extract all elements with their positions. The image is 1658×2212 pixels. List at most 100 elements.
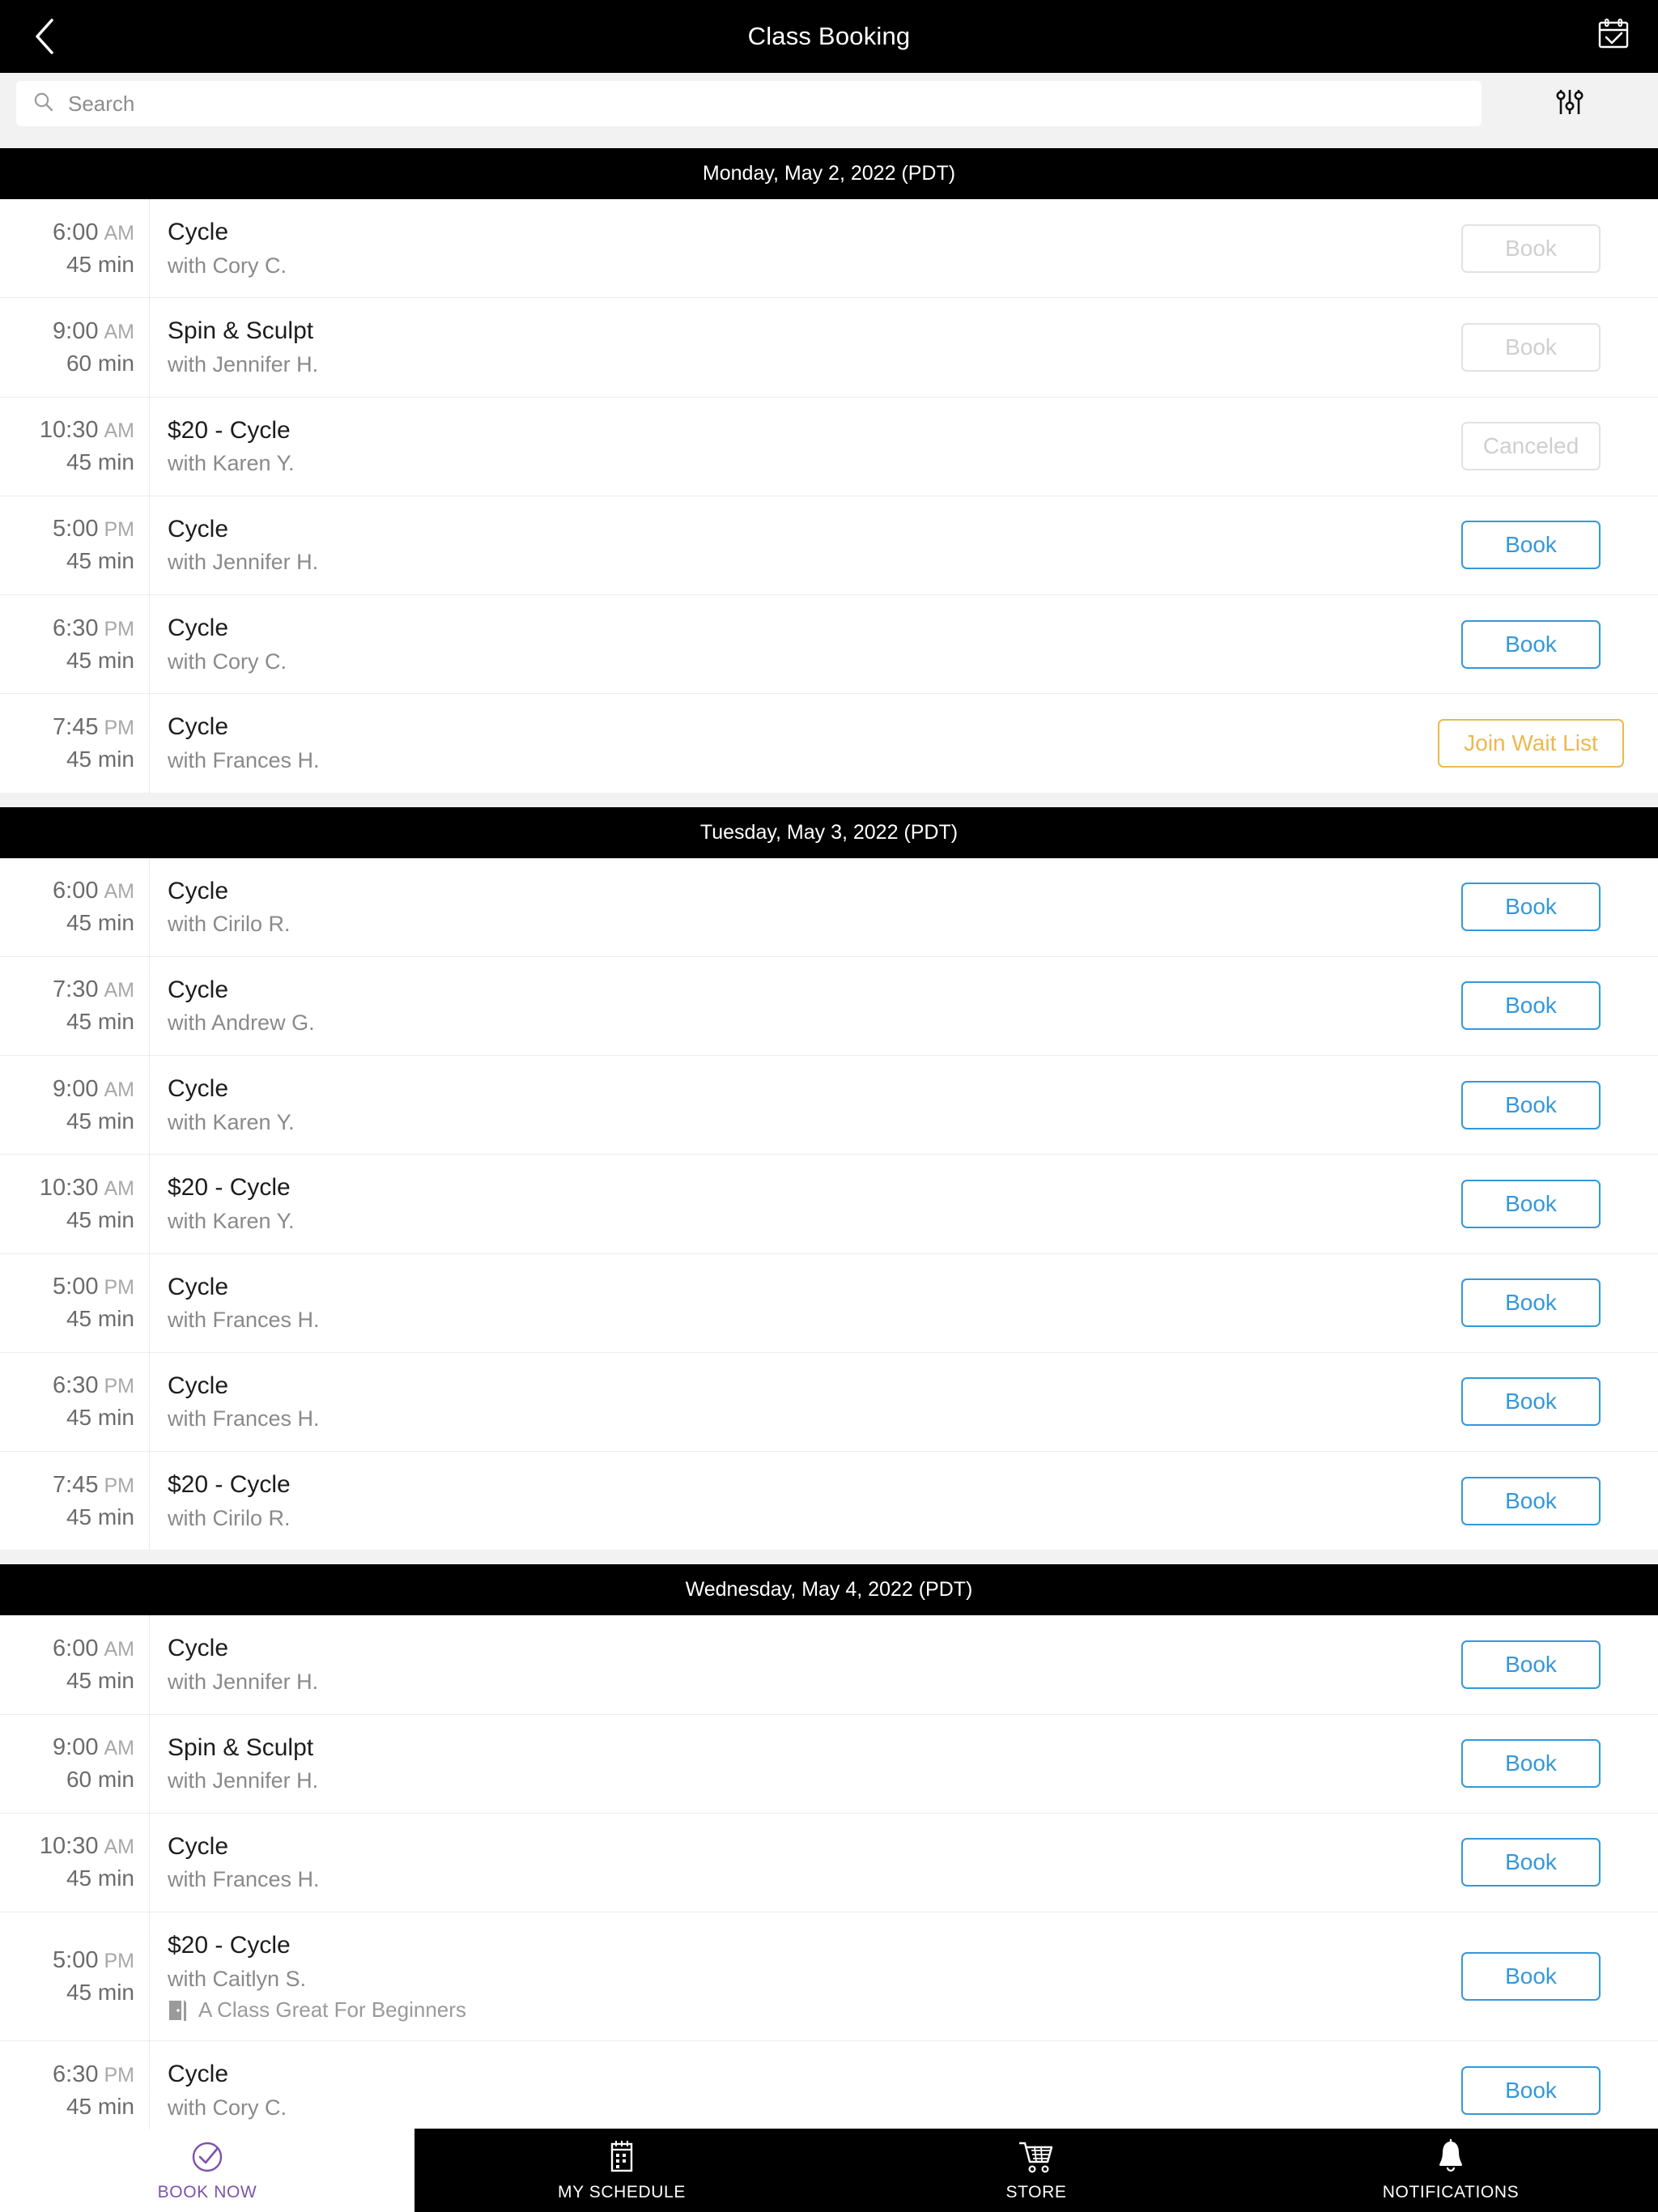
class-start-time: 6:30 PM	[53, 1372, 134, 1399]
class-info-column: Cycle with Cirilo R.	[150, 858, 1415, 956]
class-action-column: Book	[1415, 1912, 1658, 2040]
day-group: Tuesday, May 3, 2022 (PDT) 6:00 AM 45 min Cy…	[0, 806, 1658, 1551]
class-row[interactable]: 9:00 AM 45 min Cycle with Karen Y. Book	[0, 1056, 1658, 1155]
class-start-time: 9:00 AM	[53, 1734, 134, 1761]
class-time-meridiem: PM	[104, 1375, 135, 1398]
class-row[interactable]: 6:30 PM 45 min Cycle with Cory C. Book	[0, 2041, 1658, 2141]
class-name: Cycle	[168, 219, 229, 245]
class-row[interactable]: 10:30 AM 45 min $20 - Cycle with Karen Y. Can…	[0, 397, 1658, 496]
class-action-column: Book	[1415, 1615, 1658, 1713]
book-button[interactable]: Book	[1461, 1278, 1601, 1328]
class-instructor: with Cory C.	[168, 253, 287, 278]
tab-label: NOTIFICATIONS	[1382, 2183, 1520, 2201]
class-action-column: Book	[1415, 1155, 1658, 1253]
class-time-value: 10:30	[39, 1833, 99, 1860]
class-time-meridiem: AM	[104, 221, 135, 245]
class-time-value: 9:00	[53, 1075, 99, 1102]
book-button[interactable]: Book	[1461, 1377, 1601, 1427]
class-row[interactable]: 6:00 AM 45 min Cycle with Cirilo R. Book	[0, 857, 1658, 957]
book-button[interactable]: Book	[1461, 1080, 1601, 1129]
class-row[interactable]: 10:30 AM 45 min $20 - Cycle with Karen Y. Boo…	[0, 1155, 1658, 1254]
book-button[interactable]: Book	[1461, 1838, 1601, 1887]
class-action-column: Book	[1415, 858, 1658, 956]
class-row[interactable]: 7:45 PM 45 min Cycle with Frances H. Join Wai…	[0, 694, 1658, 793]
class-time-value: 6:00	[53, 1635, 99, 1661]
class-row[interactable]: 6:30 PM 45 min Cycle with Frances H. Book	[0, 1352, 1658, 1452]
class-duration: 45 min	[66, 1108, 134, 1134]
day-header: Wednesday, May 4, 2022 (PDT)	[0, 1564, 1658, 1616]
join-wait-list-button[interactable]: Join Wait List	[1438, 718, 1624, 768]
class-start-time: 6:00 AM	[53, 878, 134, 904]
class-name: $20 - Cycle	[168, 1174, 291, 1202]
calendar-check-button[interactable]	[1569, 0, 1658, 73]
class-duration: 45 min	[66, 251, 134, 277]
class-time-column: 10:30 AM 45 min	[0, 1813, 150, 1912]
class-time-meridiem: PM	[104, 518, 135, 542]
class-start-time: 6:00 AM	[53, 219, 134, 246]
book-button[interactable]: Book	[1461, 619, 1601, 669]
book-button[interactable]: Book	[1461, 1739, 1601, 1789]
class-instructor: with Karen Y.	[168, 451, 295, 475]
class-time-meridiem: PM	[104, 1474, 135, 1497]
tab-label: MY SCHEDULE	[558, 2183, 686, 2201]
book-button[interactable]: Book	[1461, 1952, 1601, 2001]
class-action-column: Book	[1415, 1056, 1658, 1154]
class-info-column: Cycle with Frances H.	[150, 1814, 1415, 1912]
class-rows: 6:00 AM 45 min Cycle with Cirilo R. Book 7:30 A…	[0, 857, 1658, 1551]
class-time-meridiem: PM	[104, 1950, 135, 1973]
class-row[interactable]: 7:30 AM 45 min Cycle with Andrew G. Book	[0, 956, 1658, 1056]
class-duration: 45 min	[66, 1865, 134, 1891]
class-instructor: with Karen Y.	[168, 1109, 295, 1134]
class-instructor: with Jennifer H.	[168, 1768, 319, 1793]
filter-button[interactable]	[1482, 73, 1658, 134]
class-row[interactable]: 9:00 AM 60 min Spin & Sculpt with Jennifer H…	[0, 1714, 1658, 1814]
class-name: Cycle	[168, 976, 229, 1003]
tab-book-now[interactable]: BOOK NOW	[0, 2129, 414, 2212]
class-row[interactable]: 6:00 AM 45 min Cycle with Jennifer H. Book	[0, 1615, 1658, 1715]
class-info-column: Spin & Sculpt with Jennifer H.	[150, 1715, 1415, 1813]
class-row[interactable]: 10:30 AM 45 min Cycle with Frances H. Book	[0, 1813, 1658, 1912]
tab-notifications[interactable]: NOTIFICATIONS	[1244, 2129, 1658, 2212]
book-button[interactable]: Book	[1461, 883, 1601, 932]
class-instructor: with Frances H.	[168, 1308, 320, 1332]
book-button[interactable]: Book	[1461, 981, 1601, 1031]
class-row[interactable]: 5:00 PM 45 min Cycle with Frances H. Book	[0, 1253, 1658, 1353]
class-row[interactable]: 5:00 PM 45 min $20 - Cycle with Caitlyn S. A …	[0, 1912, 1658, 2042]
class-description: A Class Great For Beginners	[168, 1997, 1415, 2023]
book-button[interactable]: Book	[1461, 521, 1601, 570]
book-button[interactable]: Book	[1461, 2065, 1601, 2115]
class-duration: 45 min	[66, 647, 134, 673]
class-rows: 6:00 AM 45 min Cycle with Jennifer H. Book 9:0…	[0, 1615, 1658, 2212]
door-icon	[168, 1998, 189, 2023]
day-header: Tuesday, May 3, 2022 (PDT)	[0, 806, 1658, 858]
schedule-scroll-area[interactable]: Monday, May 2, 2022 (PDT) 6:00 AM 45 min Cyc…	[0, 148, 1658, 2212]
class-row[interactable]: 9:00 AM 60 min Spin & Sculpt with Jennifer H…	[0, 298, 1658, 398]
book-button[interactable]: Book	[1461, 1640, 1601, 1689]
search-input[interactable]: Search	[16, 81, 1482, 126]
class-duration: 45 min	[66, 548, 134, 574]
class-row[interactable]: 7:45 PM 45 min $20 - Cycle with Cirilo R. Boo…	[0, 1452, 1658, 1551]
class-duration: 45 min	[66, 1306, 134, 1332]
class-start-time: 6:30 PM	[53, 615, 134, 642]
class-duration: 45 min	[66, 449, 134, 475]
tab-store[interactable]: STORE	[829, 2129, 1244, 2212]
class-row[interactable]: 6:00 AM 45 min Cycle with Cory C. Book	[0, 199, 1658, 299]
class-duration: 60 min	[66, 350, 134, 376]
class-row[interactable]: 5:00 PM 45 min Cycle with Jennifer H. Book	[0, 496, 1658, 595]
calendar-check-icon	[1595, 16, 1632, 57]
tab-my-schedule[interactable]: MY SCHEDULE	[414, 2129, 829, 2212]
class-info-column: Cycle with Frances H.	[150, 1353, 1415, 1451]
class-row[interactable]: 6:30 PM 45 min Cycle with Cory C. Book	[0, 595, 1658, 695]
book-button[interactable]: Book	[1461, 1476, 1601, 1525]
class-start-time: 5:00 PM	[53, 1274, 134, 1300]
bell-icon	[1436, 2138, 1465, 2176]
class-name: Cycle	[168, 877, 229, 904]
class-name: Cycle	[168, 515, 229, 542]
book-button[interactable]: Book	[1461, 1179, 1601, 1228]
class-info-column: $20 - Cycle with Caitlyn S. A Class Great …	[150, 1912, 1415, 2040]
class-name: Cycle	[168, 1635, 229, 1662]
back-button[interactable]	[0, 0, 89, 73]
class-info-column: $20 - Cycle with Cirilo R.	[150, 1452, 1415, 1550]
class-time-column: 6:00 AM 45 min	[0, 199, 150, 298]
class-instructor: with Frances H.	[168, 1406, 320, 1431]
